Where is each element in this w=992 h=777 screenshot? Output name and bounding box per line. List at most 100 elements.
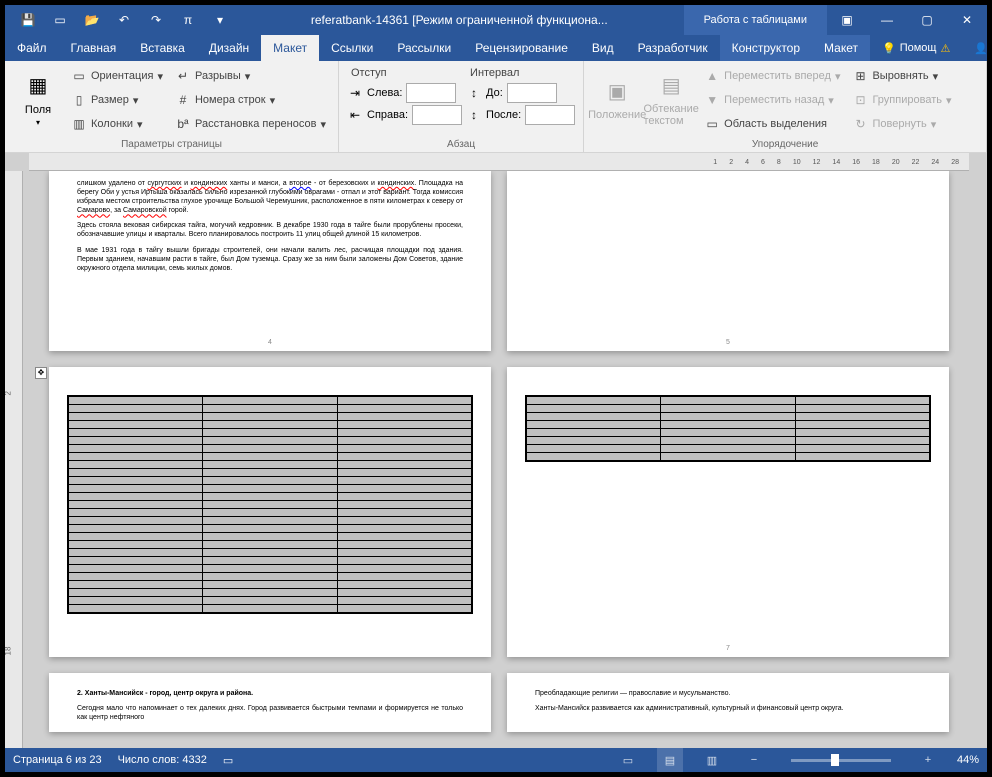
indent-left-input[interactable] xyxy=(406,83,456,103)
page-9[interactable]: Преобладающие религии — православие и му… xyxy=(507,673,949,732)
wrap-icon: ▤ xyxy=(655,69,687,101)
tab-layout[interactable]: Макет xyxy=(261,35,319,61)
save-button[interactable]: 💾 xyxy=(13,5,43,35)
tab-design[interactable]: Дизайн xyxy=(197,35,261,61)
read-mode-icon: ▭ xyxy=(623,754,633,767)
p9-para1[interactable]: Преобладающие религии — православие и му… xyxy=(535,689,921,698)
margins-button[interactable]: ▦ Поля ▾ xyxy=(13,65,63,131)
view-read-button[interactable]: ▭ xyxy=(615,748,641,772)
close-button[interactable]: ✕ xyxy=(947,5,987,35)
tell-me[interactable]: 💡Помощ⚠ xyxy=(870,35,962,61)
status-words[interactable]: Число слов: 4332 xyxy=(118,754,207,766)
tab-table-design[interactable]: Конструктор xyxy=(720,35,812,61)
share-button[interactable]: 👤Общий доступ xyxy=(962,35,992,61)
document-canvas[interactable]: слишком удалено от сургутских и кондинск… xyxy=(29,171,969,748)
new-button[interactable]: ▭ xyxy=(45,5,75,35)
table-tools-title: Работа с таблицами xyxy=(684,5,827,35)
equation-button[interactable]: π xyxy=(173,5,203,35)
p8-heading[interactable]: 2. Ханты-Мансийск - город, центр округа … xyxy=(77,689,463,698)
zoom-thumb[interactable] xyxy=(831,754,839,766)
tab-mailings[interactable]: Рассылки xyxy=(385,35,463,61)
status-lang-icon[interactable]: ▭ xyxy=(223,754,233,767)
bulb-icon: 💡 xyxy=(882,42,896,55)
hyphenation-icon: b­ª xyxy=(175,116,191,132)
maximize-icon: ▢ xyxy=(921,13,932,27)
undo-icon: ↶ xyxy=(116,12,132,28)
rotate-button: ↻Повернуть ▾ xyxy=(848,113,955,135)
tab-file[interactable]: Файл xyxy=(5,35,59,61)
spacing-after-input[interactable] xyxy=(525,105,575,125)
minimize-button[interactable]: — xyxy=(867,5,907,35)
save-icon: 💾 xyxy=(20,12,36,28)
tab-developer[interactable]: Разработчик xyxy=(626,35,720,61)
selection-pane-button[interactable]: ▭Область выделения xyxy=(700,113,844,135)
align-button[interactable]: ⊞Выровнять ▾ xyxy=(848,65,955,87)
pi-icon: π xyxy=(180,12,196,28)
tab-insert[interactable]: Вставка xyxy=(128,35,197,61)
ribbon-options-button[interactable]: ▣ xyxy=(827,5,867,35)
margins-icon: ▦ xyxy=(22,70,54,102)
vertical-ruler[interactable]: 2 18 xyxy=(5,171,23,748)
tab-table-layout[interactable]: Макет xyxy=(812,35,870,61)
chevron-down-icon: ▾ xyxy=(212,12,228,28)
p4-para1[interactable]: слишком удалено от сургутских и кондинск… xyxy=(77,179,463,215)
size-icon: ▯ xyxy=(71,92,87,108)
maximize-button[interactable]: ▢ xyxy=(907,5,947,35)
redo-icon: ↷ xyxy=(148,12,164,28)
page-4[interactable]: слишком удалено от сургутских и кондинск… xyxy=(49,171,491,351)
group-label-page-setup: Параметры страницы xyxy=(13,137,330,152)
selection-icon: ▭ xyxy=(704,116,720,132)
qat-customize[interactable]: ▾ xyxy=(205,5,235,35)
indent-right-input[interactable] xyxy=(412,105,462,125)
warning-icon: ⚠ xyxy=(940,42,950,55)
redo-button[interactable]: ↷ xyxy=(141,5,171,35)
wrap-text-button: ▤ Обтекание текстом xyxy=(646,65,696,131)
zoom-out-button[interactable]: − xyxy=(741,748,767,772)
p8-para[interactable]: Сегодня мало что напоминает о тех далеки… xyxy=(77,704,463,722)
spacing-before: ↕До: xyxy=(466,83,575,103)
table-2[interactable] xyxy=(525,395,931,462)
group-button: ⊡Группировать ▾ xyxy=(848,89,955,111)
columns-button[interactable]: ▥Колонки ▾ xyxy=(67,113,167,135)
p4-para3[interactable]: В мае 1931 года в тайгу вышли бригады ст… xyxy=(77,246,463,273)
page-7[interactable]: 7 xyxy=(507,367,949,657)
group-icon: ⊡ xyxy=(852,92,868,108)
breaks-button[interactable]: ↵Разрывы ▾ xyxy=(171,65,330,87)
line-numbers-button[interactable]: #Номера строк ▾ xyxy=(171,89,330,111)
orientation-button[interactable]: ▭Ориентация ▾ xyxy=(67,65,167,87)
page-5[interactable]: 5 xyxy=(507,171,949,351)
position-icon: ▣ xyxy=(601,75,633,107)
table-move-handle[interactable]: ✥ xyxy=(35,367,47,379)
p9-para2[interactable]: Ханты-Мансийск развивается как администр… xyxy=(535,704,921,713)
line-numbers-icon: # xyxy=(175,92,191,108)
zoom-in-button[interactable]: + xyxy=(915,748,941,772)
spacing-after-icon: ↕ xyxy=(466,107,482,123)
backward-icon: ▼ xyxy=(704,92,720,108)
view-print-button[interactable]: ▤ xyxy=(657,748,683,772)
indent-header: Отступ xyxy=(347,65,462,81)
open-button[interactable]: 📂 xyxy=(77,5,107,35)
zoom-slider[interactable] xyxy=(791,759,891,762)
size-button[interactable]: ▯Размер ▾ xyxy=(67,89,167,111)
tab-review[interactable]: Рецензирование xyxy=(463,35,580,61)
undo-button[interactable]: ↶ xyxy=(109,5,139,35)
page-6[interactable]: ✥ xyxy=(49,367,491,657)
orientation-icon: ▭ xyxy=(71,68,87,84)
zoom-level[interactable]: 44% xyxy=(957,754,979,766)
group-arrange: ▣ Положение ▤ Обтекание текстом ▲Перемес… xyxy=(584,61,987,152)
tab-references[interactable]: Ссылки xyxy=(319,35,385,61)
document-workspace: 12468101214161820222428 2 18 слишком уда… xyxy=(5,153,987,748)
tab-view[interactable]: Вид xyxy=(580,35,626,61)
group-label-arrange: Упорядочение xyxy=(592,137,978,152)
tab-home[interactable]: Главная xyxy=(59,35,129,61)
spacing-before-input[interactable] xyxy=(507,83,557,103)
hyphenation-button[interactable]: b­ªРасстановка переносов ▾ xyxy=(171,113,330,135)
table-1[interactable] xyxy=(67,395,473,614)
web-layout-icon: ▥ xyxy=(707,754,717,767)
forward-icon: ▲ xyxy=(704,68,720,84)
status-page[interactable]: Страница 6 из 23 xyxy=(13,754,102,766)
horizontal-ruler[interactable]: 12468101214161820222428 xyxy=(29,153,969,171)
view-web-button[interactable]: ▥ xyxy=(699,748,725,772)
page-8[interactable]: 2. Ханты-Мансийск - город, центр округа … xyxy=(49,673,491,732)
p4-para2[interactable]: Здесь стояла вековая сибирская тайга, мо… xyxy=(77,221,463,239)
